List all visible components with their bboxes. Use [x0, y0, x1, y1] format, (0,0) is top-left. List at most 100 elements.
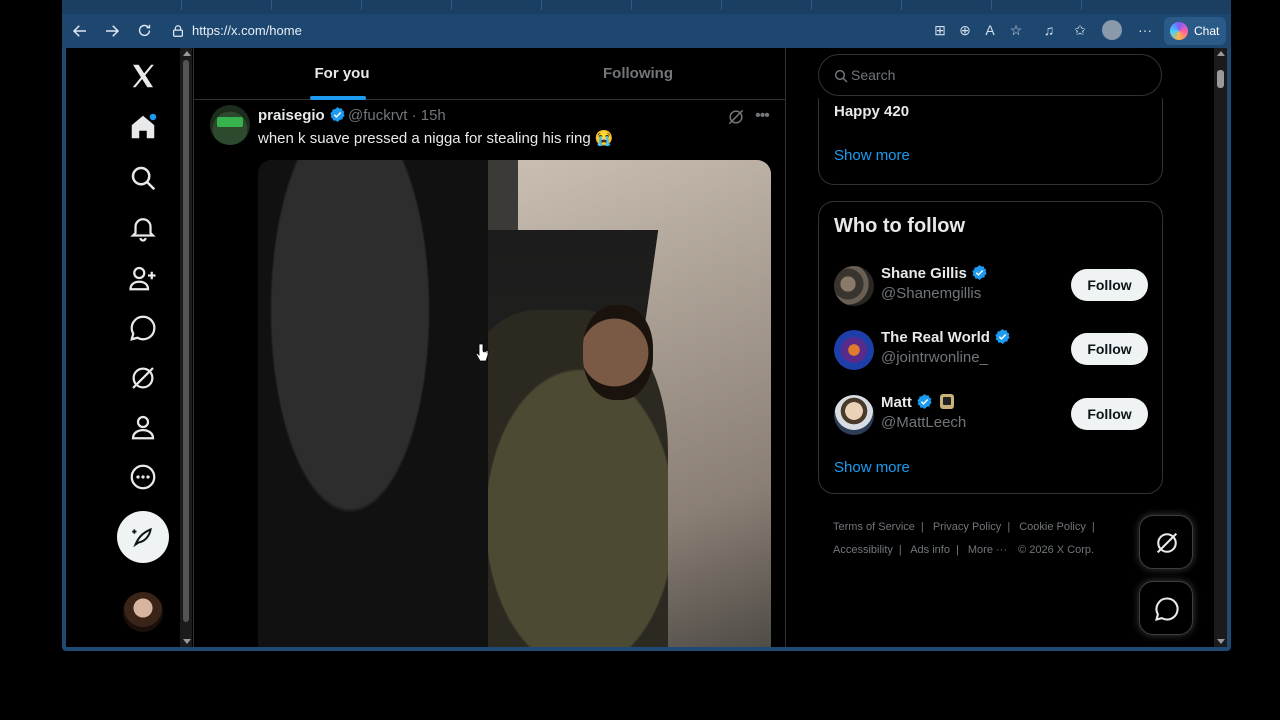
trend-item[interactable]: Happy 420 — [834, 103, 909, 120]
trends-card: Happy 420 Show more — [818, 98, 1163, 185]
scrollbar-thumb[interactable] — [1217, 70, 1224, 88]
suggestion-handle[interactable]: @jointrwonline_ — [881, 349, 988, 366]
messages-icon — [1155, 597, 1179, 621]
tweet-handle-time[interactable]: @fuckrvt · 15h — [348, 107, 446, 124]
browser-tab[interactable] — [462, 0, 542, 10]
chat-label: Chat — [1194, 24, 1220, 38]
timeline-tabs: For you Following — [194, 48, 785, 100]
verified-badge-icon — [972, 265, 987, 280]
page-scrollbar[interactable] — [1214, 48, 1227, 647]
follow-button[interactable]: Follow — [1071, 269, 1148, 301]
scroll-up-icon[interactable] — [1217, 51, 1225, 56]
footer-link-terms[interactable]: Terms of Service — [833, 521, 915, 533]
browser-tab[interactable] — [1002, 0, 1082, 10]
footer-link-cookies[interactable]: Cookie Policy — [1019, 521, 1086, 533]
more-menu-icon[interactable]: ··· — [1134, 19, 1156, 41]
read-aloud-icon[interactable]: A — [979, 19, 1001, 41]
tab-for-you[interactable]: For you — [194, 48, 490, 100]
browser-tab[interactable] — [642, 0, 722, 10]
tweet-author-avatar[interactable] — [210, 105, 250, 145]
favorite-star-icon[interactable]: ☆ — [1005, 19, 1027, 41]
scroll-down-icon[interactable] — [1217, 639, 1225, 644]
profile-avatar-icon[interactable] — [1102, 20, 1122, 40]
url-text[interactable]: https://x.com/home — [192, 23, 302, 38]
search-input[interactable]: Search — [818, 54, 1162, 96]
apps-icon[interactable]: ⊞ — [929, 19, 951, 41]
grok-icon[interactable] — [128, 363, 158, 393]
suggestion-avatar[interactable] — [834, 395, 874, 435]
browser-tab[interactable] — [912, 0, 992, 10]
scroll-up-icon[interactable] — [183, 51, 191, 56]
x-logo-icon[interactable] — [128, 61, 158, 91]
back-icon[interactable] — [67, 18, 93, 44]
tab-following[interactable]: Following — [490, 48, 786, 100]
browser-tab[interactable] — [732, 0, 812, 10]
tweet-video[interactable] — [258, 160, 771, 647]
floating-messages-button[interactable] — [1139, 581, 1193, 635]
follow-suggestion[interactable]: The Real World @jointrwonline_ Follow — [819, 318, 1162, 382]
who-to-follow-card: Who to follow Shane Gillis @Shanemgillis… — [818, 201, 1163, 494]
profile-icon[interactable] — [128, 412, 158, 442]
tweet-text: when k suave pressed a nigga for stealin… — [258, 130, 614, 147]
browser-tab[interactable] — [552, 0, 632, 10]
follow-people-icon[interactable] — [128, 263, 158, 293]
right-sidebar: Search Happy 420 Show more Who to follow… — [786, 48, 1227, 647]
browser-tab[interactable] — [822, 0, 902, 10]
compose-post-button[interactable] — [117, 511, 169, 563]
suggestion-avatar[interactable] — [834, 330, 874, 370]
tweet[interactable]: praisegio @fuckrvt · 15h ••• when k suav… — [194, 100, 785, 647]
trends-show-more-link[interactable]: Show more — [834, 147, 910, 164]
left-scrollbar[interactable] — [180, 48, 192, 647]
tweet-more-icon[interactable]: ••• — [751, 107, 773, 127]
browser-tab[interactable] — [102, 0, 182, 10]
footer-link-privacy[interactable]: Privacy Policy — [933, 521, 1001, 533]
more-circle-icon[interactable] — [128, 462, 158, 492]
footer-link-accessibility[interactable]: Accessibility — [833, 544, 893, 556]
follow-button[interactable]: Follow — [1071, 398, 1148, 430]
notifications-bell-icon[interactable] — [128, 213, 158, 243]
favorites-icon[interactable]: ✩ — [1069, 19, 1091, 41]
suggestion-name[interactable]: Shane Gillis — [881, 264, 988, 282]
browser-window: https://x.com/home ⊞ ⊕ A ☆ ♫ ✩ ··· Chat — [62, 0, 1231, 651]
address-bar[interactable]: https://x.com/home — [163, 18, 1043, 44]
refresh-icon[interactable] — [131, 18, 157, 44]
browser-tab[interactable] — [372, 0, 452, 10]
who-to-follow-show-more-link[interactable]: Show more — [834, 459, 910, 476]
extensions-icon[interactable]: ♫ — [1038, 19, 1060, 41]
browser-tab[interactable] — [282, 0, 362, 10]
browser-tabstrip[interactable] — [62, 0, 1231, 14]
zoom-icon[interactable]: ⊕ — [954, 19, 976, 41]
author-name-text: praisegio — [258, 107, 325, 124]
grok-explain-icon[interactable] — [726, 107, 746, 127]
follow-button[interactable]: Follow — [1071, 333, 1148, 365]
forward-icon[interactable] — [99, 18, 125, 44]
follow-suggestion[interactable]: Shane Gillis @Shanemgillis Follow — [819, 254, 1162, 318]
search-placeholder: Search — [851, 67, 896, 83]
search-nav-icon[interactable] — [128, 163, 158, 193]
suggestion-handle[interactable]: @MattLeech — [881, 414, 966, 431]
home-icon[interactable] — [128, 112, 158, 142]
verified-badge-icon — [917, 394, 932, 409]
scroll-down-icon[interactable] — [183, 639, 191, 644]
feather-icon — [132, 527, 152, 548]
floating-grok-button[interactable] — [1139, 515, 1193, 569]
footer-link-more[interactable]: More ··· — [968, 544, 1007, 556]
browser-tab[interactable] — [192, 0, 272, 10]
messages-icon[interactable] — [128, 313, 158, 343]
account-avatar[interactable] — [123, 592, 163, 632]
suggestion-name-text: The Real World — [881, 329, 990, 346]
footer-link-ads-info[interactable]: Ads info — [910, 544, 950, 556]
scrollbar-thumb[interactable] — [183, 60, 189, 622]
suggestion-avatar[interactable] — [834, 266, 874, 306]
copilot-chat-button[interactable]: Chat — [1164, 17, 1226, 45]
footer-copyright: © 2026 X Corp. — [1018, 544, 1095, 556]
verified-badge-icon — [330, 107, 345, 122]
follow-suggestion[interactable]: Matt @MattLeech Follow — [819, 383, 1162, 447]
suggestion-name[interactable]: Matt — [881, 393, 955, 411]
lock-icon[interactable] — [171, 24, 185, 38]
timeline-column: For you Following praisegio @fuckrvt · 1… — [193, 48, 786, 647]
suggestion-handle[interactable]: @Shanemgillis — [881, 285, 981, 302]
tweet-author-name[interactable]: praisegio — [258, 106, 346, 124]
suggestion-name[interactable]: The Real World — [881, 328, 1011, 346]
who-to-follow-title: Who to follow — [834, 215, 966, 237]
